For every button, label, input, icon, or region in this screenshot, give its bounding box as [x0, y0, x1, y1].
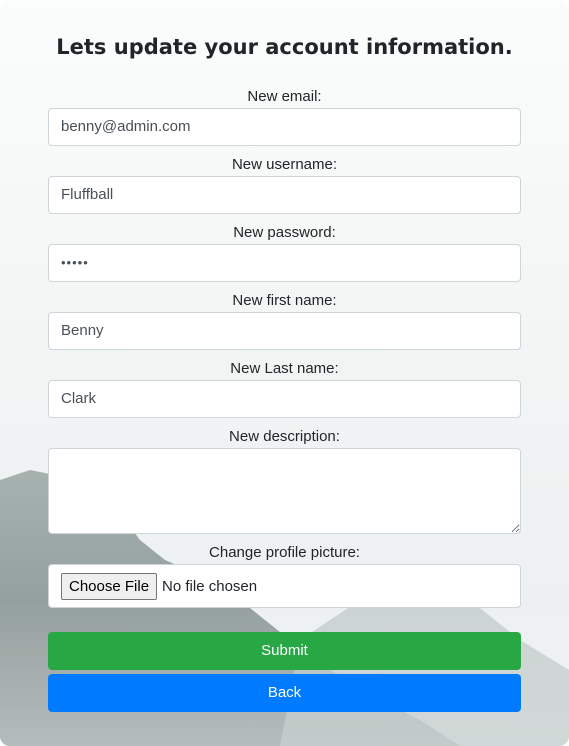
- first-name-label: New first name:: [232, 292, 337, 309]
- submit-button[interactable]: Submit: [48, 632, 521, 670]
- profile-picture-label: Change profile picture:: [209, 544, 360, 561]
- email-label: New email:: [247, 88, 322, 105]
- page-title: Lets update your account information.: [56, 35, 513, 59]
- profile-picture-file-input[interactable]: Choose File No file chosen: [48, 564, 521, 608]
- description-textarea[interactable]: [48, 448, 521, 534]
- email-input[interactable]: benny@admin.com: [48, 108, 521, 146]
- password-mask: •••••: [61, 255, 89, 270]
- last-name-label: New Last name:: [230, 360, 339, 377]
- account-update-card: Lets update your account information. Ne…: [0, 0, 569, 746]
- password-label: New password:: [233, 224, 336, 241]
- choose-file-button[interactable]: Choose File: [61, 572, 158, 600]
- username-input[interactable]: Fluffball: [48, 176, 521, 214]
- first-name-input[interactable]: Benny: [48, 312, 521, 350]
- back-button[interactable]: Back: [48, 674, 521, 712]
- password-input[interactable]: •••••: [48, 244, 521, 282]
- last-name-input[interactable]: Clark: [48, 380, 521, 418]
- account-update-form: Lets update your account information. Ne…: [0, 0, 569, 712]
- file-status-text: No file chosen: [162, 577, 258, 595]
- description-label: New description:: [229, 428, 340, 445]
- username-label: New username:: [231, 156, 338, 173]
